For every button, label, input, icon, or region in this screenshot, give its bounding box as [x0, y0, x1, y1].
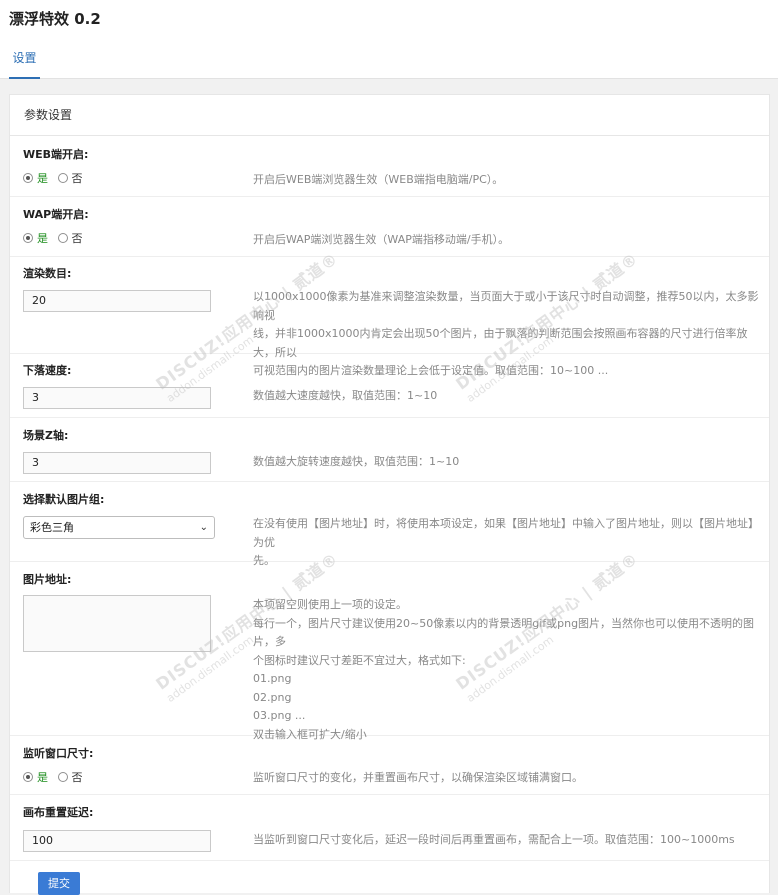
- listen-resize-radios: 是 否: [23, 769, 83, 785]
- image-urls-textarea[interactable]: [23, 595, 211, 652]
- web-yes-radio[interactable]: [23, 173, 33, 183]
- web-enable-desc: 开启后WEB端浏览器生效（WEB端指电脑端/PC）。: [253, 173, 504, 186]
- wap-enable-desc: 开启后WAP端浏览器生效（WAP端指移动端/手机）。: [253, 233, 510, 246]
- desc-line: 02.png: [253, 690, 292, 704]
- web-no-radio[interactable]: [57, 173, 68, 183]
- resize-yes-label[interactable]: 是: [37, 771, 48, 784]
- reset-delay-label: 画布重置延迟:: [23, 806, 94, 819]
- row-render-count: 渲染数目: 20 以1000x1000像素为基准来调整渲染数量，当页面大于或小于…: [10, 257, 769, 377]
- desc-line: 以1000x1000像素为基准来调整渲染数量，当页面大于或小于该尺寸时自动调整，…: [253, 290, 759, 322]
- image-urls-label: 图片地址:: [23, 573, 72, 586]
- desc-line: 03.png ...: [253, 709, 306, 722]
- scene-z-label: 场景Z轴:: [23, 429, 69, 442]
- tab-settings[interactable]: 设置: [9, 44, 40, 79]
- reset-delay-desc: 当监听到窗口尺寸变化后，延迟一段时间后再重置画布，需配合上一项。取值范围：100…: [253, 833, 735, 846]
- row-image-urls: 图片地址: 本项留空则使用上一项的设定。 每行一个，图片尺寸建议使用20~50像…: [10, 562, 769, 741]
- row-image-group: 选择默认图片组: 彩色三角 ⌄ 在没有使用【图片地址】时，将使用本项设定，如果【…: [10, 482, 769, 567]
- resize-yes-radio[interactable]: [23, 772, 33, 782]
- row-fall-speed: 下落速度: 3 数值越大速度越快，取值范围：1~10: [10, 354, 769, 418]
- panel-title: 参数设置: [10, 95, 769, 136]
- chevron-down-icon: ⌄: [199, 522, 208, 533]
- image-group-label: 选择默认图片组:: [23, 493, 105, 506]
- row-wap-enable: WAP端开启: 是 否 开启后WAP端浏览器生效（WAP端指移动端/手机）。: [10, 197, 769, 257]
- resize-no-label[interactable]: 否: [72, 771, 83, 784]
- submit-button[interactable]: 提交: [38, 872, 80, 895]
- resize-no-radio[interactable]: [57, 772, 68, 782]
- wap-yes-radio[interactable]: [23, 233, 33, 243]
- wap-no-radio[interactable]: [57, 233, 68, 243]
- row-web-enable: WEB端开启: 是 否 开启后WEB端浏览器生效（WEB端指电脑端/PC）。: [10, 137, 769, 197]
- fall-speed-desc: 数值越大速度越快，取值范围：1~10: [253, 389, 438, 402]
- row-reset-delay: 画布重置延迟: 100 当监听到窗口尺寸变化后，延迟一段时间后再重置画布，需配合…: [10, 795, 769, 861]
- wap-enable-radios: 是 否: [23, 230, 83, 246]
- listen-resize-desc: 监听窗口尺寸的变化，并重置画布尺寸，以确保渲染区域铺满窗口。: [253, 771, 583, 784]
- desc-line: 个图标时建议尺寸差距不宜过大，格式如下:: [253, 653, 466, 667]
- image-urls-desc: 本项留空则使用上一项的设定。 每行一个，图片尺寸建议使用20~50像素以内的背景…: [253, 596, 769, 744]
- row-scene-z: 场景Z轴: 3 数值越大旋转速度越快，取值范围：1~10: [10, 418, 769, 482]
- desc-line: 01.png: [253, 672, 292, 685]
- fall-speed-label: 下落速度:: [23, 364, 72, 377]
- render-count-label: 渲染数目:: [23, 267, 72, 280]
- reset-delay-input[interactable]: 100: [23, 830, 211, 852]
- desc-line: 在没有使用【图片地址】时，将使用本项设定，如果【图片地址】中输入了图片地址，则以…: [253, 517, 759, 549]
- desc-line: 每行一个，图片尺寸建议使用20~50像素以内的背景透明gif或png图片，当然你…: [253, 616, 755, 649]
- wap-yes-label[interactable]: 是: [37, 232, 48, 245]
- settings-panel: 参数设置 WEB端开启: 是 否 开启后WEB端浏览器生效（WEB端指电脑端/P…: [9, 94, 770, 895]
- scene-z-input[interactable]: 3: [23, 452, 211, 474]
- listen-resize-label: 监听窗口尺寸:: [23, 747, 94, 760]
- app-title: 漂浮特效 0.2: [9, 10, 101, 28]
- wap-no-label[interactable]: 否: [72, 232, 83, 245]
- row-listen-resize: 监听窗口尺寸: 是 否 监听窗口尺寸的变化，并重置画布尺寸，以确保渲染区域铺满窗…: [10, 736, 769, 795]
- web-no-label[interactable]: 否: [72, 172, 83, 185]
- web-yes-label[interactable]: 是: [37, 172, 48, 185]
- wap-enable-label: WAP端开启:: [23, 208, 89, 221]
- web-enable-radios: 是 否: [23, 170, 83, 186]
- render-count-input[interactable]: 20: [23, 290, 211, 312]
- top-bar: 漂浮特效 0.2 设置: [0, 0, 778, 79]
- image-group-select[interactable]: 彩色三角 ⌄: [23, 516, 215, 539]
- desc-line: 本项留空则使用上一项的设定。: [253, 598, 407, 611]
- web-enable-label: WEB端开启:: [23, 148, 89, 161]
- fall-speed-input[interactable]: 3: [23, 387, 211, 409]
- scene-z-desc: 数值越大旋转速度越快，取值范围：1~10: [253, 455, 460, 468]
- image-group-selected: 彩色三角: [30, 521, 74, 534]
